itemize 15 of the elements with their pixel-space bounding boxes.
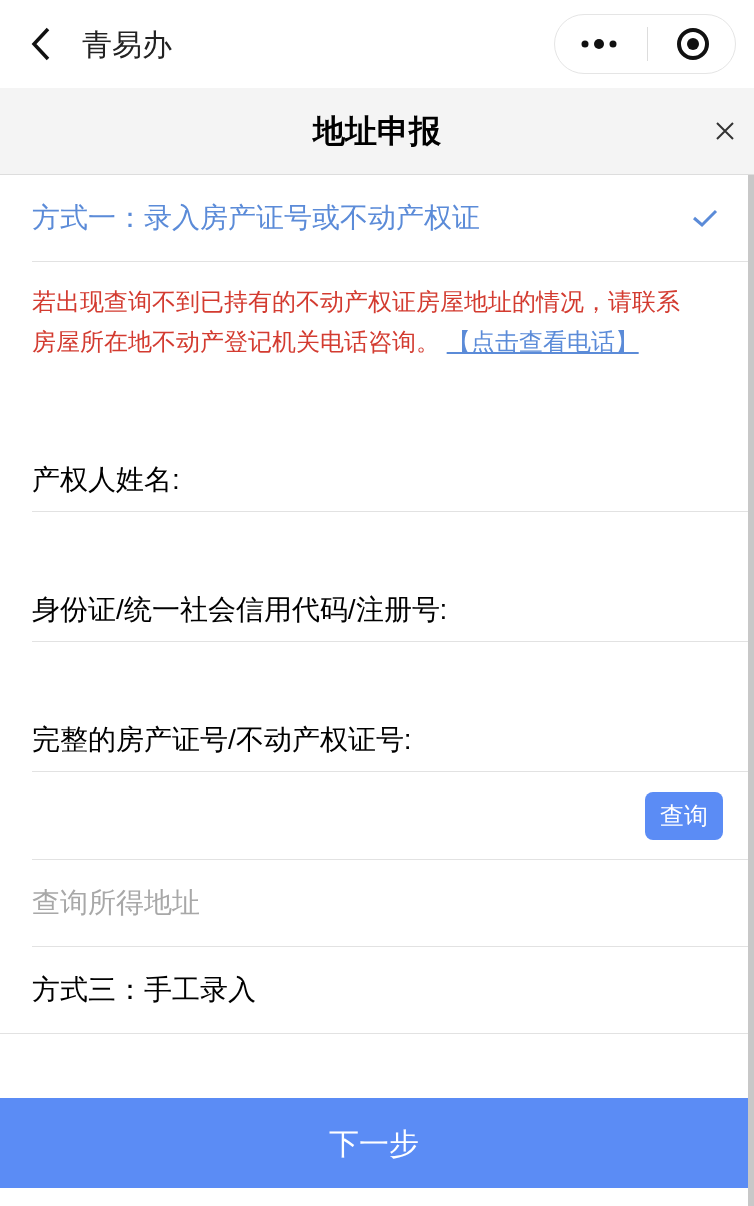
field-label: 完整的房产证号/不动产权证号: [32,723,412,757]
method-option[interactable]: 方式三：手工录入 [32,969,256,1011]
method-option[interactable]: 方式一：录入房产证号或不动产权证 [32,197,480,239]
field-label: 产权人姓名: [32,463,180,497]
next-button[interactable]: 下一步 [0,1098,748,1188]
back-icon[interactable] [30,26,52,62]
notice-text: 若出现查询不到已持有的不动产权证房屋地址的情况，请联系房屋所在地不动产登记机关电话咨询。 【点击查看电话】 [32,287,681,357]
more-icon[interactable] [581,38,617,50]
field-label: 身份证/统一社会信用代码/注册号: [32,593,448,627]
page-title: 地址申报 [313,112,441,151]
app-title: 青易办 [82,26,172,63]
phone-link[interactable]: 【点击查看电话】 [446,328,639,355]
address-field[interactable]: 查询所得地址 [32,883,746,923]
close-icon[interactable] [716,122,734,140]
query-button[interactable]: 查询 [645,791,723,840]
